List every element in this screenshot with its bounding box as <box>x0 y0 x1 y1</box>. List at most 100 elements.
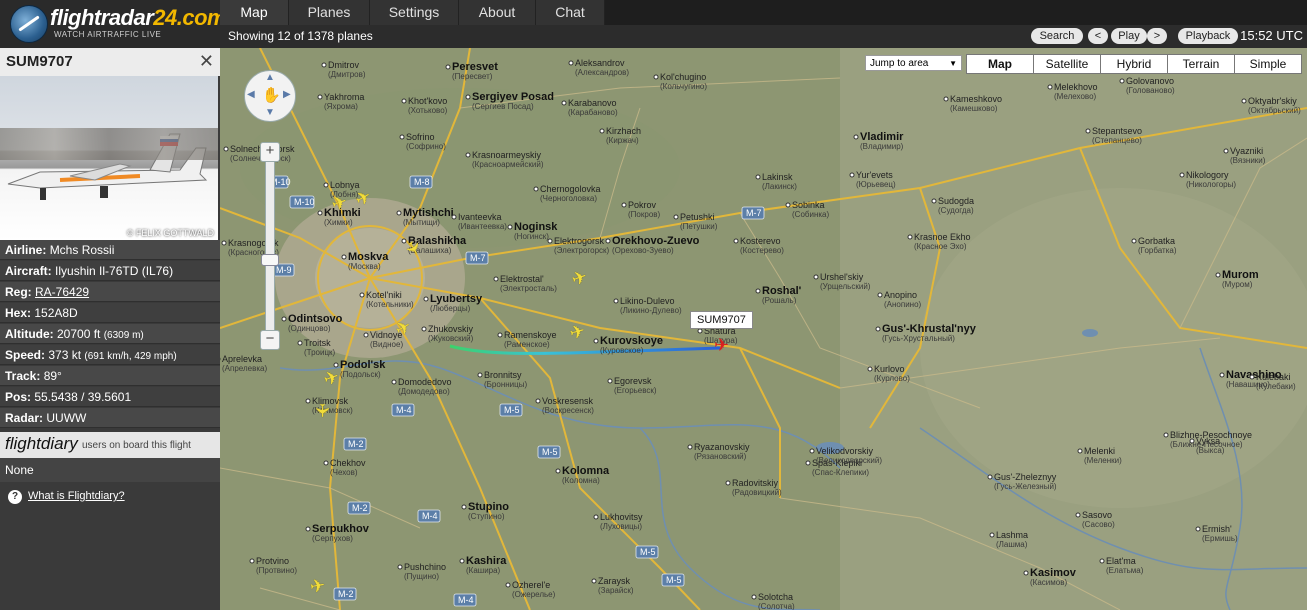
logo-text: flightradar24.com <box>50 5 220 30</box>
city-dot <box>1219 372 1225 378</box>
city-name: Melekhovo <box>1054 82 1098 92</box>
city-dot <box>1179 172 1185 178</box>
city-name: Dmitrov <box>328 60 359 70</box>
selected-plane-icon[interactable]: ✈ <box>714 335 729 356</box>
city-name: Ermish' <box>1202 524 1232 534</box>
flightradar-logo[interactable]: flightradar24.com WATCH AIRTRAFFIC LIVE <box>0 0 220 48</box>
road-label: M-4 <box>396 405 412 415</box>
map-canvas[interactable]: M-10 M-10 M-8 M-7 M-7 M-9 M-5 M-5 M-4 M-… <box>220 48 1307 610</box>
city-name-cyrillic: (Чехов) <box>330 468 358 477</box>
maptype-hybrid-button[interactable]: Hybrid <box>1101 55 1168 73</box>
playback-button[interactable]: Playback <box>1178 28 1238 44</box>
map-type-switcher: Map Satellite Hybrid Terrain Simple <box>966 54 1302 74</box>
maptype-map-button[interactable]: Map <box>967 55 1034 73</box>
info-row-radar: Radar: UUWW <box>0 408 220 428</box>
city-name-cyrillic: (Черноголовка) <box>540 194 597 203</box>
pan-right-icon[interactable]: ▶ <box>283 89 291 100</box>
road-shield: M-4 <box>391 403 415 417</box>
registration-link[interactable]: RA-76429 <box>35 285 89 299</box>
city-dot <box>591 578 597 584</box>
next-button[interactable]: > <box>1147 28 1167 44</box>
pan-down-icon[interactable]: ▼ <box>265 107 275 118</box>
city-dot <box>987 474 993 480</box>
close-icon[interactable]: ✕ <box>199 51 214 72</box>
city-name-cyrillic: (Жуковский) <box>428 334 474 343</box>
flightdiary-bar[interactable]: flightdiary users on board this flight <box>0 432 220 458</box>
city-name-cyrillic: (Рошаль) <box>762 296 797 305</box>
road-label: M-2 <box>348 439 364 449</box>
zoom-out-button[interactable]: − <box>260 330 280 350</box>
city-name: Domodedovo <box>398 377 452 387</box>
info-row-reg: Reg: RA-76429 <box>0 282 220 302</box>
utc-clock: 15:52 UTC <box>1240 28 1303 43</box>
zoom-slider-knob[interactable] <box>261 254 279 266</box>
play-button[interactable]: Play <box>1111 28 1147 44</box>
help-icon: ? <box>8 490 22 504</box>
row-key: Altitude: <box>5 327 54 341</box>
city-name: Yur'evets <box>856 170 893 180</box>
city-dot <box>461 504 467 510</box>
city-dot <box>849 172 855 178</box>
city-name-cyrillic: (Воскресенск) <box>542 406 594 415</box>
city-name-cyrillic: (Хотьково) <box>408 106 448 115</box>
city-dot <box>493 276 499 282</box>
city-name-cyrillic: (Кашира) <box>466 566 501 575</box>
city-dot <box>943 96 949 102</box>
pan-up-icon[interactable]: ▲ <box>265 72 275 83</box>
city-name: Elektrogorsk <box>554 236 605 246</box>
jump-to-area-select[interactable]: Jump to area ▼ <box>865 55 962 71</box>
city-dot <box>1163 432 1169 438</box>
tab-about[interactable]: About <box>459 0 536 25</box>
city-name-cyrillic: (Орехово-Зуево) <box>612 246 674 255</box>
city-name-cyrillic: (Рязановский) <box>694 452 747 461</box>
tab-planes[interactable]: Planes <box>289 0 370 25</box>
city-name: Kurlovo <box>874 364 905 374</box>
row-value: Ilyushin Il-76TD (IL76) <box>55 264 174 278</box>
city-name: Elektrostal' <box>500 274 544 284</box>
city-name-cyrillic: (Радовицкий) <box>732 488 782 497</box>
city-dot <box>221 240 227 246</box>
zoom-in-button[interactable]: + <box>260 142 280 162</box>
city-dot <box>505 582 511 588</box>
tab-map[interactable]: Map <box>220 0 289 25</box>
hand-icon: ✋ <box>262 87 281 104</box>
city-dot <box>805 460 811 466</box>
row-value: 55.5438 / 39.5601 <box>34 390 132 404</box>
maptype-satellite-button[interactable]: Satellite <box>1034 55 1101 73</box>
aircraft-photo[interactable]: © FELIX GOTTWALD <box>0 76 218 240</box>
city-name: Aprelevka <box>222 354 262 364</box>
city-dot <box>223 146 229 152</box>
maptype-simple-button[interactable]: Simple <box>1235 55 1301 73</box>
city-dot <box>451 214 457 220</box>
city-name-cyrillic: (Серпухов) <box>312 534 353 543</box>
search-button[interactable]: Search <box>1031 28 1083 44</box>
city-name: Ozherel'e <box>512 580 550 590</box>
city-name-cyrillic: (Лашма) <box>996 540 1028 549</box>
city-name: Sudogda <box>938 196 974 206</box>
selected-plane-label[interactable]: SUM9707 <box>690 311 753 329</box>
pan-left-icon[interactable]: ◀ <box>247 89 255 100</box>
city-name: Krasnoarmeyskiy <box>472 150 542 160</box>
maptype-terrain-button[interactable]: Terrain <box>1168 55 1235 73</box>
what-is-flightdiary[interactable]: ? What is Flightdiary? <box>8 490 125 504</box>
city-dot <box>445 64 451 70</box>
road-label: M-5 <box>640 547 656 557</box>
road-shield: M-7 <box>465 251 489 265</box>
city-name: Lashma <box>996 530 1028 540</box>
pan-control[interactable]: ▲ ▼ ◀ ▶ ✋ <box>244 70 296 122</box>
planes-count-text: Showing 12 of 1378 planes <box>228 29 373 43</box>
city-name-cyrillic: (Апрелевка) <box>222 364 267 373</box>
plane-icon[interactable]: ✈ <box>311 403 332 418</box>
prev-button[interactable]: < <box>1088 28 1108 44</box>
tab-settings[interactable]: Settings <box>370 0 459 25</box>
tab-chat[interactable]: Chat <box>536 0 605 25</box>
city-dot <box>697 328 703 334</box>
what-is-flightdiary-link[interactable]: What is Flightdiary? <box>28 490 125 502</box>
city-dot <box>507 224 513 230</box>
city-name-cyrillic: (Степанцево) <box>1092 136 1142 145</box>
city-name: Voskresensk <box>542 396 594 406</box>
city-name: Zaraysk <box>598 576 631 586</box>
row-value: Mchs Rossii <box>49 243 115 257</box>
zoom-slider-track[interactable] <box>265 148 275 350</box>
city-name-cyrillic: (Мелехово) <box>1054 92 1097 101</box>
